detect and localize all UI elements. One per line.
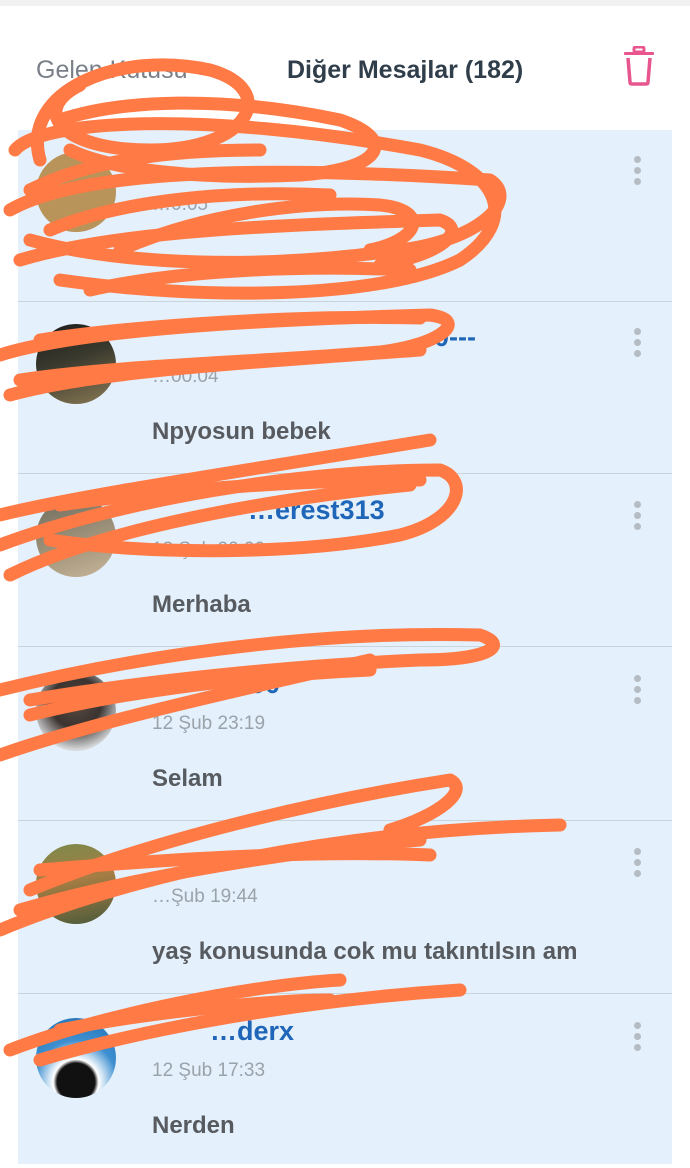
message-preview: Selam — [152, 765, 223, 792]
avatar[interactable] — [36, 671, 116, 751]
avatar[interactable] — [36, 152, 116, 232]
message-row[interactable]: …00 12 Şub 23:19 Selam — [18, 649, 672, 821]
username[interactable]: …erest313 — [248, 495, 385, 526]
timestamp: 12 Şub 17:33 — [152, 1060, 266, 1081]
message-row[interactable]: …0:05 — [18, 130, 672, 302]
avatar[interactable] — [36, 497, 116, 577]
message-preview: Npyosun bebek — [152, 418, 331, 445]
tab-other-messages[interactable]: Diğer Mesajlar (182) — [287, 56, 523, 85]
more-vertical-icon[interactable] — [630, 675, 644, 711]
message-row[interactable]: …derx 12 Şub 17:33 Nerden — [18, 996, 672, 1168]
message-preview: yaş konusunda cok mu takıntılsın am — [152, 938, 578, 965]
tab-inbox[interactable]: Gelen Kutusu — [36, 56, 188, 85]
message-list: …0:05 …-0--- …00:04 Npyosun bebek …erest… — [18, 130, 672, 1164]
username[interactable]: …-0--- — [398, 322, 476, 353]
username[interactable]: …00 — [223, 669, 280, 700]
more-vertical-icon[interactable] — [630, 328, 644, 364]
message-row[interactable]: …erest313 13 Şub 00:00 Merhaba — [18, 475, 672, 647]
timestamp: 12 Şub 23:19 — [152, 713, 266, 734]
more-vertical-icon[interactable] — [630, 1022, 644, 1058]
message-row[interactable]: …-0--- …00:04 Npyosun bebek — [18, 302, 672, 474]
avatar[interactable] — [36, 1018, 116, 1098]
more-vertical-icon[interactable] — [630, 501, 644, 537]
timestamp: …00:04 — [152, 366, 219, 387]
timestamp: …Şub 19:44 — [152, 886, 258, 907]
header: Gelen Kutusu Diğer Mesajlar (182) — [0, 6, 690, 130]
message-preview: Merhaba — [152, 591, 251, 618]
more-vertical-icon[interactable] — [630, 156, 644, 192]
timestamp: …0:05 — [152, 194, 208, 215]
more-vertical-icon[interactable] — [630, 848, 644, 884]
avatar[interactable] — [36, 324, 116, 404]
timestamp: 13 Şub 00:00 — [152, 539, 266, 560]
message-row[interactable]: …Şub 19:44 yaş konusunda cok mu takıntıl… — [18, 822, 672, 994]
message-preview: Nerden — [152, 1112, 235, 1139]
username[interactable]: …derx — [210, 1016, 294, 1047]
avatar[interactable] — [36, 844, 116, 924]
trash-icon[interactable] — [622, 45, 656, 86]
